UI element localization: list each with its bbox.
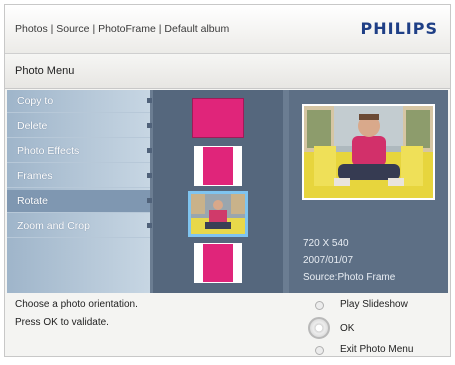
orientation-option-portrait[interactable] bbox=[194, 243, 242, 283]
photo-resolution: 720 X 540 bbox=[303, 238, 349, 249]
ok-label: OK bbox=[340, 323, 355, 334]
help-text-line2: Press OK to validate. bbox=[15, 317, 109, 328]
breadcrumb: Photos | Source | PhotoFrame | Default a… bbox=[15, 23, 230, 35]
menu-item-label: Photo Effects bbox=[17, 145, 80, 157]
menu-item-delete[interactable]: Delete bbox=[7, 115, 152, 138]
menu-item-label: Frames bbox=[17, 170, 53, 182]
menu-title-bar: Photo Menu bbox=[5, 54, 450, 89]
photo-date: 2007/01/07 bbox=[303, 255, 354, 266]
menu-item-frames[interactable]: Frames bbox=[7, 165, 152, 188]
play-slideshow-label: Play Slideshow bbox=[340, 299, 408, 310]
menu-item-label: Zoom and Crop bbox=[17, 220, 90, 232]
orientation-option-original[interactable] bbox=[188, 191, 248, 237]
photo-menu-list: Copy to Delete Photo Effects Frames Rota… bbox=[7, 90, 152, 293]
menu-item-marker bbox=[147, 198, 152, 203]
help-text-line1: Choose a photo orientation. bbox=[15, 299, 138, 310]
footer-bar: Choose a photo orientation. Press OK to … bbox=[5, 295, 450, 356]
menu-item-marker bbox=[147, 148, 152, 153]
exit-photo-menu-label: Exit Photo Menu bbox=[340, 344, 414, 355]
photo-preview-image bbox=[304, 106, 433, 198]
menu-item-label: Copy to bbox=[17, 95, 54, 107]
photo-preview bbox=[302, 104, 435, 200]
play-slideshow-button-icon[interactable] bbox=[315, 301, 324, 310]
original-orientation-thumbnail bbox=[191, 194, 245, 234]
philips-logo: PHILIPS bbox=[360, 19, 438, 38]
menu-item-photo-effects[interactable]: Photo Effects bbox=[7, 140, 152, 163]
menu-item-marker bbox=[147, 173, 152, 178]
exit-photo-menu-button-icon[interactable] bbox=[315, 346, 324, 355]
menu-title: Photo Menu bbox=[15, 65, 75, 77]
menu-item-marker bbox=[147, 223, 152, 228]
menu-item-copy-to[interactable]: Copy to bbox=[7, 90, 152, 113]
main-panel: Copy to Delete Photo Effects Frames Rota… bbox=[7, 90, 448, 293]
orientation-option-portrait[interactable] bbox=[194, 146, 242, 186]
menu-item-zoom-and-crop[interactable]: Zoom and Crop bbox=[7, 215, 152, 238]
photo-frame-screen: Photos | Source | PhotoFrame | Default a… bbox=[4, 4, 451, 357]
orientation-option-landscape[interactable] bbox=[192, 98, 244, 138]
menu-item-label: Delete bbox=[17, 120, 48, 132]
orientation-strip bbox=[153, 90, 283, 293]
header-bar: Photos | Source | PhotoFrame | Default a… bbox=[5, 5, 450, 54]
menu-item-label: Rotate bbox=[17, 195, 48, 207]
menu-item-rotate[interactable]: Rotate bbox=[7, 190, 152, 213]
menu-item-marker bbox=[147, 98, 152, 103]
photo-source: Source:Photo Frame bbox=[303, 272, 396, 283]
menu-item-marker bbox=[147, 123, 152, 128]
photo-preview-panel: 720 X 540 2007/01/07 Source:Photo Frame bbox=[289, 90, 448, 293]
ok-button-icon[interactable] bbox=[308, 317, 330, 339]
